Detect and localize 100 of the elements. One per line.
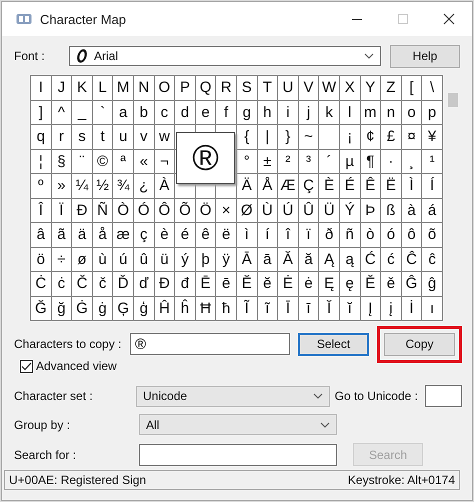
- character-cell[interactable]: µ: [340, 150, 360, 174]
- character-cell[interactable]: ^: [52, 100, 72, 125]
- character-cell[interactable]: n: [381, 100, 402, 125]
- character-cell[interactable]: È: [319, 174, 340, 198]
- character-cell[interactable]: P: [175, 76, 196, 100]
- character-cell[interactable]: ą: [340, 248, 360, 272]
- character-cell[interactable]: ¶: [360, 150, 382, 174]
- character-cell[interactable]: £: [381, 125, 402, 150]
- character-cell[interactable]: ĕ: [258, 272, 278, 296]
- character-cell[interactable]: ª: [113, 150, 134, 174]
- character-cell[interactable]: ē: [216, 272, 237, 296]
- character-cell[interactable]: đ: [175, 272, 196, 296]
- character-cell[interactable]: ¤: [402, 125, 422, 150]
- character-cell[interactable]: å: [92, 223, 114, 248]
- character-cell[interactable]: ¨: [72, 150, 93, 174]
- character-cell[interactable]: L: [92, 76, 114, 100]
- character-cell[interactable]: Z: [381, 76, 402, 100]
- character-cell[interactable]: N: [134, 76, 155, 100]
- character-cell[interactable]: Ĩ: [236, 296, 258, 321]
- character-cell[interactable]: §: [52, 150, 72, 174]
- character-cell[interactable]: `: [92, 100, 114, 125]
- character-cell[interactable]: ô: [402, 223, 422, 248]
- character-cell[interactable]: ė: [298, 272, 320, 296]
- character-cell[interactable]: Õ: [175, 198, 196, 223]
- group-by-dropdown[interactable]: All: [139, 414, 337, 435]
- character-cell[interactable]: |: [258, 125, 278, 150]
- character-set-dropdown[interactable]: Unicode: [136, 386, 330, 406]
- character-cell[interactable]: ³: [298, 150, 320, 174]
- character-cell[interactable]: X: [340, 76, 360, 100]
- character-cell[interactable]: Ñ: [92, 198, 114, 223]
- character-cell[interactable]: Û: [298, 198, 320, 223]
- character-cell[interactable]: ß: [381, 198, 402, 223]
- character-cell[interactable]: I: [31, 76, 52, 100]
- character-cell[interactable]: S: [236, 76, 258, 100]
- character-cell[interactable]: ´: [319, 150, 340, 174]
- character-cell[interactable]: Ā: [236, 248, 258, 272]
- character-cell[interactable]: ©: [92, 150, 114, 174]
- character-cell[interactable]: Ó: [134, 198, 155, 223]
- character-cell[interactable]: Ä: [236, 174, 258, 198]
- character-cell[interactable]: t: [92, 125, 114, 150]
- character-cell[interactable]: «: [134, 150, 155, 174]
- character-cell[interactable]: ÿ: [216, 248, 237, 272]
- copy-row-button[interactable]: Copy: [384, 332, 455, 356]
- character-cell[interactable]: ĥ: [175, 296, 196, 321]
- character-cell[interactable]: à: [402, 198, 422, 223]
- character-cell[interactable]: î: [278, 223, 299, 248]
- character-cell[interactable]: e: [196, 100, 216, 125]
- character-cell[interactable]: ñ: [340, 223, 360, 248]
- character-cell[interactable]: s: [72, 125, 93, 150]
- character-cell[interactable]: Q: [196, 76, 216, 100]
- character-cell[interactable]: ¼: [72, 174, 93, 198]
- character-cell[interactable]: ¬: [154, 150, 176, 174]
- character-cell[interactable]: ø: [72, 248, 93, 272]
- character-cell[interactable]: M: [113, 76, 134, 100]
- character-cell[interactable]: ~: [298, 125, 320, 150]
- character-cell[interactable]: k: [319, 100, 340, 125]
- character-cell[interactable]: R: [216, 76, 237, 100]
- character-cell[interactable]: ±: [258, 150, 278, 174]
- character-cell[interactable]: a: [113, 100, 134, 125]
- character-cell[interactable]: Ú: [278, 198, 299, 223]
- character-cell[interactable]: Í: [422, 174, 443, 198]
- character-cell[interactable]: \: [422, 76, 443, 100]
- help-button[interactable]: Help: [390, 44, 460, 68]
- character-cell[interactable]: r: [52, 125, 72, 150]
- character-cell[interactable]: ð: [319, 223, 340, 248]
- character-cell[interactable]: ġ: [92, 296, 114, 321]
- character-cell[interactable]: À: [154, 174, 176, 198]
- character-cell[interactable]: º: [31, 174, 52, 198]
- character-cell[interactable]: ģ: [134, 296, 155, 321]
- character-cell[interactable]: á: [422, 198, 443, 223]
- character-cell[interactable]: T: [258, 76, 278, 100]
- character-cell[interactable]: _: [72, 100, 93, 125]
- character-cell[interactable]: ć: [381, 248, 402, 272]
- character-cell[interactable]: ü: [154, 248, 176, 272]
- character-cell[interactable]: p: [422, 100, 443, 125]
- character-cell[interactable]: ì: [236, 223, 258, 248]
- character-cell[interactable]: f: [216, 100, 237, 125]
- character-cell[interactable]: U: [278, 76, 299, 100]
- character-cell[interactable]: v: [134, 125, 155, 150]
- character-cell[interactable]: õ: [422, 223, 443, 248]
- character-cell[interactable]: ²: [278, 150, 299, 174]
- character-cell[interactable]: ı: [422, 296, 443, 321]
- character-cell[interactable]: Ą: [319, 248, 340, 272]
- character-cell[interactable]: ý: [175, 248, 196, 272]
- character-cell[interactable]: Y: [360, 76, 382, 100]
- character-cell[interactable]: Ģ: [113, 296, 134, 321]
- character-cell[interactable]: Æ: [278, 174, 299, 198]
- character-cell[interactable]: ċ: [52, 272, 72, 296]
- character-cell[interactable]: â: [31, 223, 52, 248]
- character-cell[interactable]: ¥: [422, 125, 443, 150]
- character-cell[interactable]: Ë: [381, 174, 402, 198]
- character-cell[interactable]: ī: [298, 296, 320, 321]
- character-cell[interactable]: Ė: [278, 272, 299, 296]
- character-cell[interactable]: Ì: [402, 174, 422, 198]
- character-cell[interactable]: Ð: [72, 198, 93, 223]
- character-cell[interactable]: Ĥ: [154, 296, 176, 321]
- character-cell[interactable]: ă: [298, 248, 320, 272]
- character-cell[interactable]: j: [298, 100, 320, 125]
- character-cell[interactable]: ę: [340, 272, 360, 296]
- character-cell[interactable]: ã: [52, 223, 72, 248]
